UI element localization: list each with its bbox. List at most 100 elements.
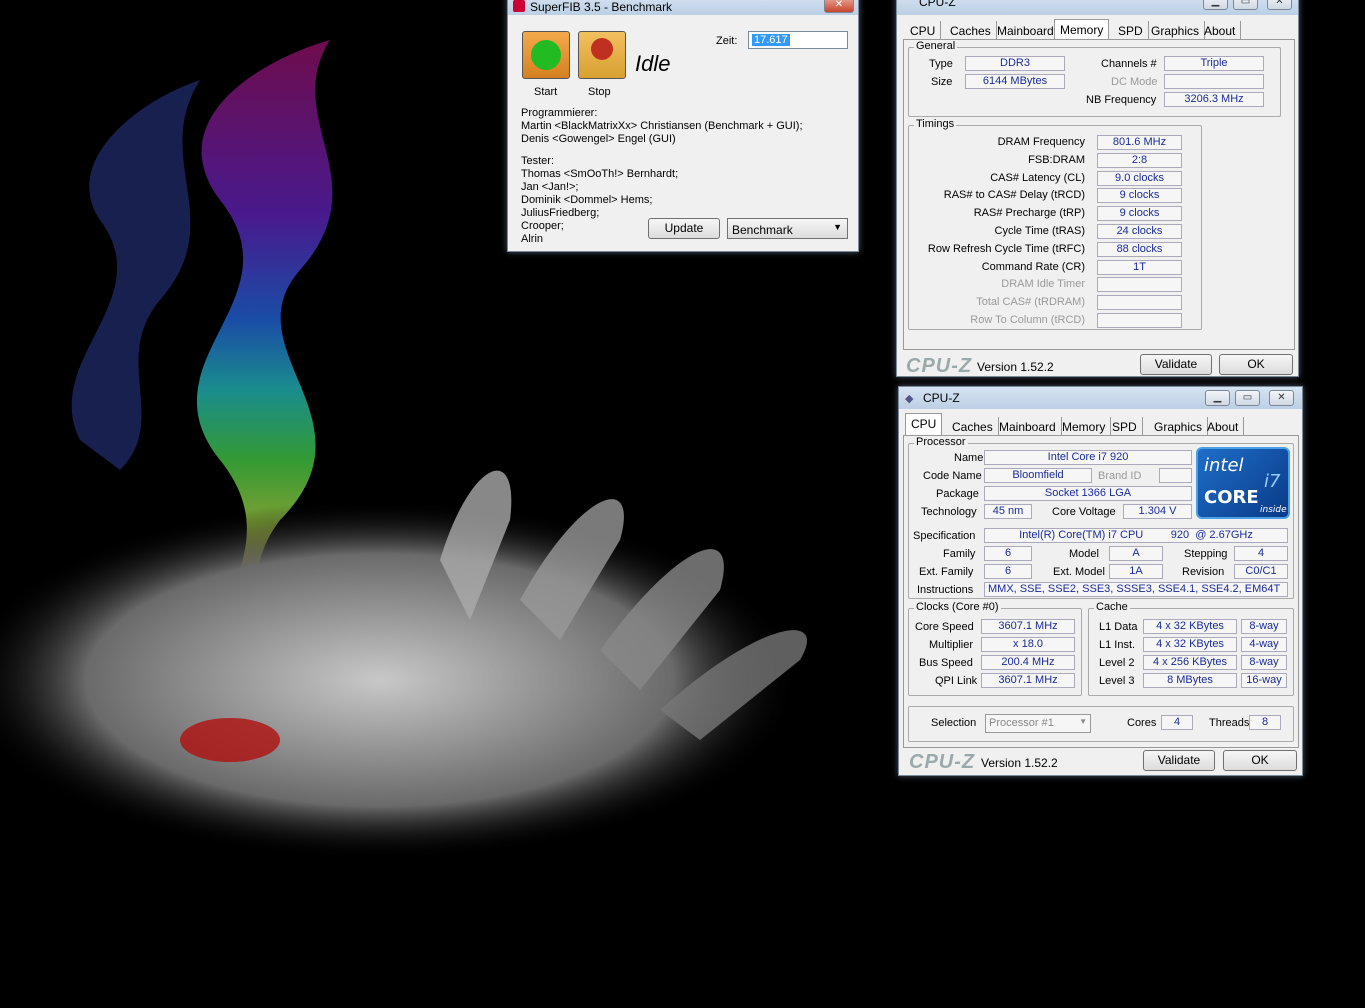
version-label: Version 1.52.2 <box>981 756 1058 770</box>
cpuz-brand-logo: CPU-Z <box>906 355 973 377</box>
cpuz-memory-window: CPU-Z ▁ ▭ ✕ CPU Caches Mainboard Memory … <box>896 0 1299 377</box>
channels-value: Triple <box>1164 56 1264 71</box>
chevron-down-icon: ▼ <box>1079 717 1087 726</box>
timing-label: DRAM Idle Timer <box>1001 278 1085 291</box>
family-value: 6 <box>984 546 1032 561</box>
stop-red-knob-icon <box>591 38 613 60</box>
cpu-panel: Processor Name Intel Core i7 920 Code Na… <box>903 435 1299 748</box>
start-green-circle-icon <box>531 40 561 70</box>
stepping-value: 4 <box>1234 546 1288 561</box>
validate-button[interactable]: Validate <box>1143 750 1215 771</box>
superfib-titlebar: SuperFIB 3.5 - Benchmark ✕ <box>508 0 858 15</box>
maximize-button[interactable]: ▭ <box>1233 0 1258 10</box>
threads-label: Threads <box>1209 717 1250 729</box>
cores-value: 4 <box>1161 715 1193 730</box>
tab-cpu[interactable]: CPU <box>905 413 943 436</box>
credits-line: Thomas <SmOoTh!> Bernhardt; <box>521 168 679 180</box>
specification-label: Specification <box>913 530 976 542</box>
l1-data-value: 4 x 32 KBytes <box>1143 619 1237 634</box>
name-label: Name <box>954 452 984 464</box>
multiplier-label: Multiplier <box>929 639 974 651</box>
selection-group: Selection Processor #1 ▼ Cores 4 Threads… <box>908 706 1294 742</box>
multiplier-value: x 18.0 <box>981 637 1075 652</box>
minimize-button[interactable]: ▁ <box>1203 0 1228 10</box>
model-label: Model <box>1069 548 1099 560</box>
level3-label: Level 3 <box>1099 675 1135 687</box>
cache-group: Cache L1 Data 4 x 32 KBytes 8-way L1 Ins… <box>1088 601 1294 696</box>
start-label: Start <box>534 86 558 98</box>
bus-speed-label: Bus Speed <box>919 657 973 669</box>
dcmode-value <box>1164 74 1264 89</box>
family-label: Family <box>943 548 976 560</box>
start-button[interactable] <box>522 31 570 79</box>
timing-value: 2:8 <box>1097 152 1182 168</box>
timing-value: 9.0 clocks <box>1097 170 1182 186</box>
ext-model-value: 1A <box>1109 564 1163 579</box>
package-label: Package <box>936 488 979 500</box>
qpi-link-value: 3607.1 MHz <box>981 673 1075 688</box>
close-button[interactable]: ✕ <box>1269 390 1294 406</box>
group-label: General <box>914 40 958 52</box>
instructions-value: MMX, SSE, SSE2, SSE3, SSSE3, SSE4.1, SSE… <box>984 582 1288 597</box>
timing-value: 9 clocks <box>1097 188 1182 204</box>
timing-label: Cycle Time (tRAS) <box>994 225 1085 237</box>
level2-value: 4 x 256 KBytes <box>1143 655 1237 670</box>
intel-core-i7-logo: intel i7 CORE inside <box>1196 447 1290 519</box>
core-voltage-value: 1.304 V <box>1123 504 1192 519</box>
codename-value: Bloomfield <box>984 468 1092 483</box>
credits-line: Martin <BlackMatrixXx> Christiansen (Ben… <box>521 120 803 132</box>
channels-label: Channels # <box>1101 58 1157 70</box>
dcmode-label: DC Mode <box>1111 76 1158 88</box>
close-button[interactable]: ✕ <box>824 0 854 13</box>
mode-select[interactable]: Benchmark ▼ <box>727 218 848 239</box>
ok-button[interactable]: OK <box>1223 750 1297 771</box>
ok-button[interactable]: OK <box>1219 354 1293 375</box>
group-label: Clocks (Core #0) <box>914 601 1001 613</box>
zeit-field[interactable]: 17.617 <box>748 31 848 49</box>
clocks-group: Clocks (Core #0) Core Speed 3607.1 MHz M… <box>908 601 1082 696</box>
chevron-down-icon: ▼ <box>833 222 842 232</box>
brandid-label: Brand ID <box>1098 470 1142 482</box>
stop-label: Stop <box>588 86 611 98</box>
nbfreq-value: 3206.3 MHz <box>1164 92 1264 107</box>
mode-select-value: Benchmark <box>732 223 793 237</box>
timing-label: Command Rate (CR) <box>981 260 1085 273</box>
stepping-label: Stepping <box>1184 548 1228 560</box>
timing-value <box>1097 295 1182 311</box>
timing-value <box>1097 313 1182 328</box>
core-voltage-label: Core Voltage <box>1052 506 1116 518</box>
inside-logo-text: inside <box>1260 505 1287 515</box>
timing-label: FSB:DRAM <box>1028 153 1085 166</box>
close-button[interactable]: ✕ <box>1267 0 1292 10</box>
revision-label: Revision <box>1182 566 1225 578</box>
validate-button[interactable]: Validate <box>1140 354 1212 375</box>
type-value: DDR3 <box>965 56 1065 71</box>
processor-select[interactable]: Processor #1 ▼ <box>985 714 1091 733</box>
ext-family-label: Ext. Family <box>919 566 974 578</box>
general-group: General Type DDR3 Size 6144 MBytes Chann… <box>908 40 1281 117</box>
processor-select-value: Processor #1 <box>989 717 1054 729</box>
l1-data-label: L1 Data <box>1099 621 1138 633</box>
instructions-label: Instructions <box>917 584 974 596</box>
i7-logo-text: i7 <box>1264 471 1281 492</box>
version-label: Version 1.52.2 <box>977 360 1054 374</box>
codename-label: Code Name <box>923 470 982 482</box>
stop-button[interactable] <box>578 31 626 79</box>
revision-value: C0/C1 <box>1234 564 1288 579</box>
status-text: Idle <box>635 51 671 76</box>
timing-label: RAS# Precharge (tRP) <box>973 207 1085 220</box>
group-label: Processor <box>914 436 968 448</box>
name-value: Intel Core i7 920 <box>984 450 1192 465</box>
zeit-value: 17.617 <box>752 34 790 46</box>
core-speed-label: Core Speed <box>915 621 974 633</box>
superfib-app-icon <box>513 0 525 12</box>
timing-label: Row Refresh Cycle Time (tRFC) <box>927 242 1085 255</box>
size-value: 6144 MBytes <box>965 74 1065 89</box>
window-title: CPU-Z <box>923 391 960 405</box>
update-button[interactable]: Update <box>648 218 720 239</box>
model-value: A <box>1109 546 1163 561</box>
l1-inst-value: 4 x 32 KBytes <box>1143 637 1237 652</box>
maximize-button[interactable]: ▭ <box>1235 390 1260 406</box>
group-label: Timings <box>914 118 957 130</box>
minimize-button[interactable]: ▁ <box>1205 390 1230 406</box>
